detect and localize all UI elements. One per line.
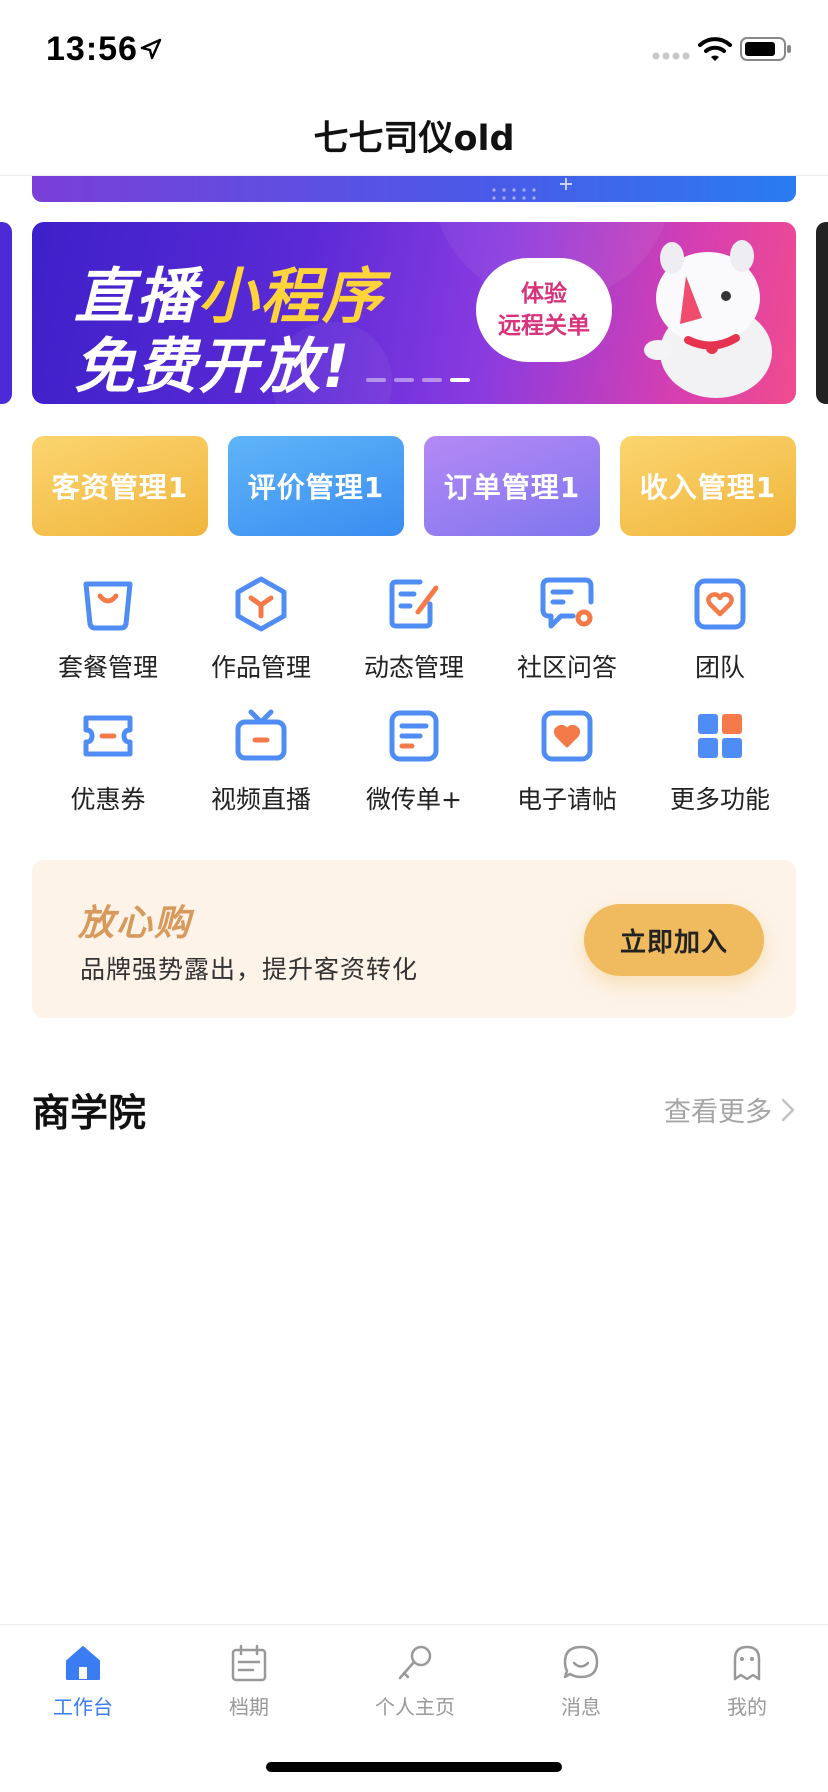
feature-moments-management[interactable]: 动态管理 [338, 574, 490, 694]
feature-label: 电子请帖 [516, 785, 617, 814]
income-management-button[interactable]: 收入管理1 [620, 436, 796, 536]
banner-dot[interactable] [450, 378, 470, 382]
feature-team[interactable]: 团队 [644, 574, 796, 694]
invitation-icon [541, 710, 593, 762]
heart-card-icon [694, 578, 746, 630]
banner-dot[interactable] [422, 378, 442, 382]
banner-next-edge[interactable] [816, 222, 828, 404]
rhino-mascot-icon [644, 240, 772, 398]
promo-logo: 放心购 [78, 903, 193, 944]
battery-icon [740, 37, 791, 61]
tab-label: 档期 [229, 1695, 269, 1719]
feature-label: 团队 [694, 653, 745, 682]
feature-label: 动态管理 [363, 653, 464, 682]
document-icon [389, 710, 439, 762]
feature-label: 社区问答 [516, 653, 617, 682]
banner-dot[interactable] [366, 378, 386, 382]
wifi-icon [698, 37, 732, 61]
feature-label: 微传单+ [366, 785, 462, 814]
tab-label: 消息 [561, 1695, 601, 1719]
bag-icon [83, 581, 133, 631]
view-more-link[interactable]: 查看更多 [664, 1090, 796, 1129]
feature-package-management[interactable]: 套餐管理 [32, 574, 184, 694]
banner-prev-edge[interactable] [0, 222, 12, 404]
feature-works-management[interactable]: 作品管理 [185, 574, 337, 694]
chevron-right-icon [781, 1098, 795, 1121]
quick-actions: 客资管理1 评价管理1 订单管理1 收入管理1 [32, 436, 796, 536]
edit-note-icon [389, 579, 439, 629]
tab-workbench[interactable]: 工作台 [0, 1643, 166, 1723]
profile-icon [733, 1645, 761, 1681]
tab-schedule[interactable]: 档期 [166, 1643, 332, 1723]
nav-bar: 七七司仪old [0, 96, 828, 176]
status-bar: 13:56 [0, 0, 828, 96]
feature-video-live[interactable]: 视频直播 [185, 706, 337, 826]
view-more-label: 查看更多 [664, 1097, 772, 1128]
coupon-icon [83, 715, 133, 757]
microphone-icon [398, 1645, 432, 1680]
tab-label: 工作台 [53, 1695, 113, 1719]
join-now-button[interactable]: 立即加入 [584, 904, 764, 976]
badge-line-2: 远程关单 [498, 313, 590, 339]
tab-label: 个人主页 [375, 1695, 455, 1719]
message-icon [563, 1645, 599, 1679]
banner-pagination [366, 378, 470, 382]
tab-mine[interactable]: 我的 [664, 1643, 828, 1723]
order-management-button[interactable]: 订单管理1 [424, 436, 600, 536]
feature-e-invitation[interactable]: 电子请帖 [491, 706, 643, 826]
feature-label: 作品管理 [210, 653, 311, 682]
status-time: 13:56 [46, 30, 138, 68]
promo-card: 放心购 品牌强势露出，提升客资转化 立即加入 [32, 860, 796, 1018]
tv-icon [235, 709, 287, 761]
calendar-icon [231, 1644, 267, 1682]
banner-headline-2: 免费开放! [74, 332, 352, 402]
banner-previous-peek[interactable] [32, 176, 796, 202]
feature-coupon[interactable]: 优惠券 [32, 706, 184, 826]
location-arrow-icon [140, 38, 162, 60]
grid-icon [698, 714, 742, 758]
customer-management-button[interactable]: 客资管理1 [32, 436, 208, 536]
promo-subtitle: 品牌强势露出，提升客资转化 [80, 955, 419, 984]
banner-slide[interactable]: 直播小程序 免费开放! 体验 远程关单 [32, 222, 796, 404]
badge-line-1: 体验 [521, 281, 567, 307]
feature-label: 套餐管理 [57, 653, 158, 682]
home-icon [66, 1646, 100, 1680]
tab-label: 我的 [727, 1695, 767, 1719]
tab-personal-page[interactable]: 个人主页 [332, 1643, 498, 1723]
academy-title: 商学院 [32, 1091, 147, 1135]
tab-messages[interactable]: 消息 [498, 1643, 664, 1723]
home-indicator[interactable] [266, 1762, 562, 1772]
cube-icon [235, 576, 287, 632]
feature-more-functions[interactable]: 更多功能 [644, 706, 796, 826]
feature-label: 更多功能 [669, 785, 770, 814]
banner-dot[interactable] [394, 378, 414, 382]
banner-badge[interactable]: 体验 远程关单 [476, 258, 612, 362]
review-management-button[interactable]: 评价管理1 [228, 436, 404, 536]
feature-label: 视频直播 [210, 785, 311, 814]
feature-micro-flyer[interactable]: 微传单+ [338, 706, 490, 826]
feature-label: 优惠券 [70, 785, 146, 814]
page-title: 七七司仪old [313, 119, 515, 159]
cell-signal-icon [652, 52, 690, 60]
chat-bubble-icon [540, 577, 594, 629]
feature-community-qa[interactable]: 社区问答 [491, 574, 643, 694]
banner-decoration-icon [492, 178, 572, 200]
